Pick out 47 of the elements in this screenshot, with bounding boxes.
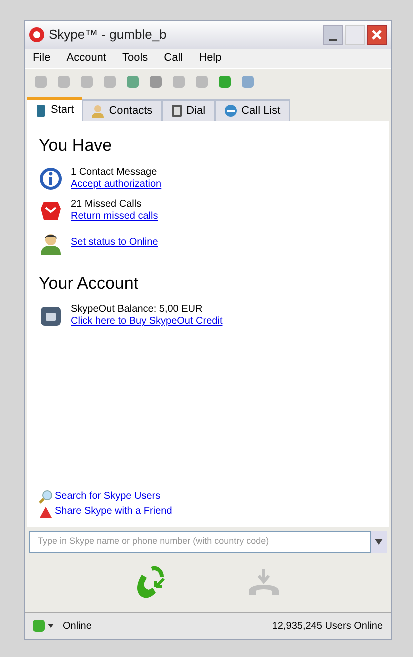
status-icon[interactable] <box>33 619 55 633</box>
dial-field[interactable]: Type in Skype name or phone number (with country code) <box>29 531 371 553</box>
app-logo-icon <box>29 27 45 43</box>
footer-link[interactable]: Share Skype with a Friend <box>55 504 172 519</box>
item-link[interactable]: Set status to Online <box>71 236 158 248</box>
menu-item[interactable]: File <box>33 50 51 67</box>
person-icon <box>91 104 106 118</box>
footer-link[interactable]: Search for Skype Users <box>55 489 161 504</box>
menu-item[interactable]: Call <box>164 50 184 67</box>
menu-item[interactable]: Account <box>66 50 106 67</box>
info-icon <box>39 166 63 190</box>
menu-item[interactable]: Tools <box>122 50 148 67</box>
dropdown-button[interactable] <box>371 531 387 553</box>
item-title: SkypeOut Balance: 5,00 EUR <box>71 304 204 316</box>
item-link[interactable]: Accept authorization <box>71 178 162 190</box>
toolbar-icon[interactable] <box>240 74 256 90</box>
toolbar-icon[interactable] <box>217 74 233 90</box>
menu-item[interactable]: Help <box>199 50 222 67</box>
toolbar-icon[interactable] <box>148 74 164 90</box>
wallet-icon <box>39 304 63 328</box>
tab[interactable]: Contacts <box>82 99 162 121</box>
tab[interactable]: Dial <box>162 99 215 121</box>
close-button[interactable] <box>367 25 387 45</box>
item-title: 21 Missed Calls <box>71 198 143 210</box>
caret-icon <box>375 539 383 545</box>
status-text: Online <box>63 620 92 634</box>
toolbar-icon[interactable] <box>56 74 72 90</box>
window-title: Skype™ - gumble_b <box>49 26 168 44</box>
toolbar-icon[interactable] <box>194 74 210 90</box>
toolbar-icon[interactable] <box>33 74 49 90</box>
share-icon <box>39 504 53 518</box>
tab[interactable]: Call List <box>214 99 290 121</box>
toolbar-icon[interactable] <box>102 74 118 90</box>
users-online-text: 12,935,245 Users Online <box>272 620 383 634</box>
magnifier-icon <box>39 490 53 504</box>
item-title: 1 Contact Message <box>71 166 158 178</box>
toolbar-icon[interactable] <box>125 74 141 90</box>
tab[interactable]: Start <box>27 97 82 121</box>
toolbar-icon[interactable] <box>171 74 187 90</box>
close-icon <box>371 29 383 41</box>
phone-icon <box>35 104 47 118</box>
item-link[interactable]: Click here to Buy SkypeOut Credit <box>71 316 223 328</box>
toolbar-icon[interactable] <box>79 74 95 90</box>
section-heading: You Have <box>39 135 114 157</box>
section-heading: Your Account <box>39 272 140 294</box>
minimize-button[interactable] <box>323 25 343 45</box>
item-link[interactable]: Return missed calls <box>71 210 158 222</box>
